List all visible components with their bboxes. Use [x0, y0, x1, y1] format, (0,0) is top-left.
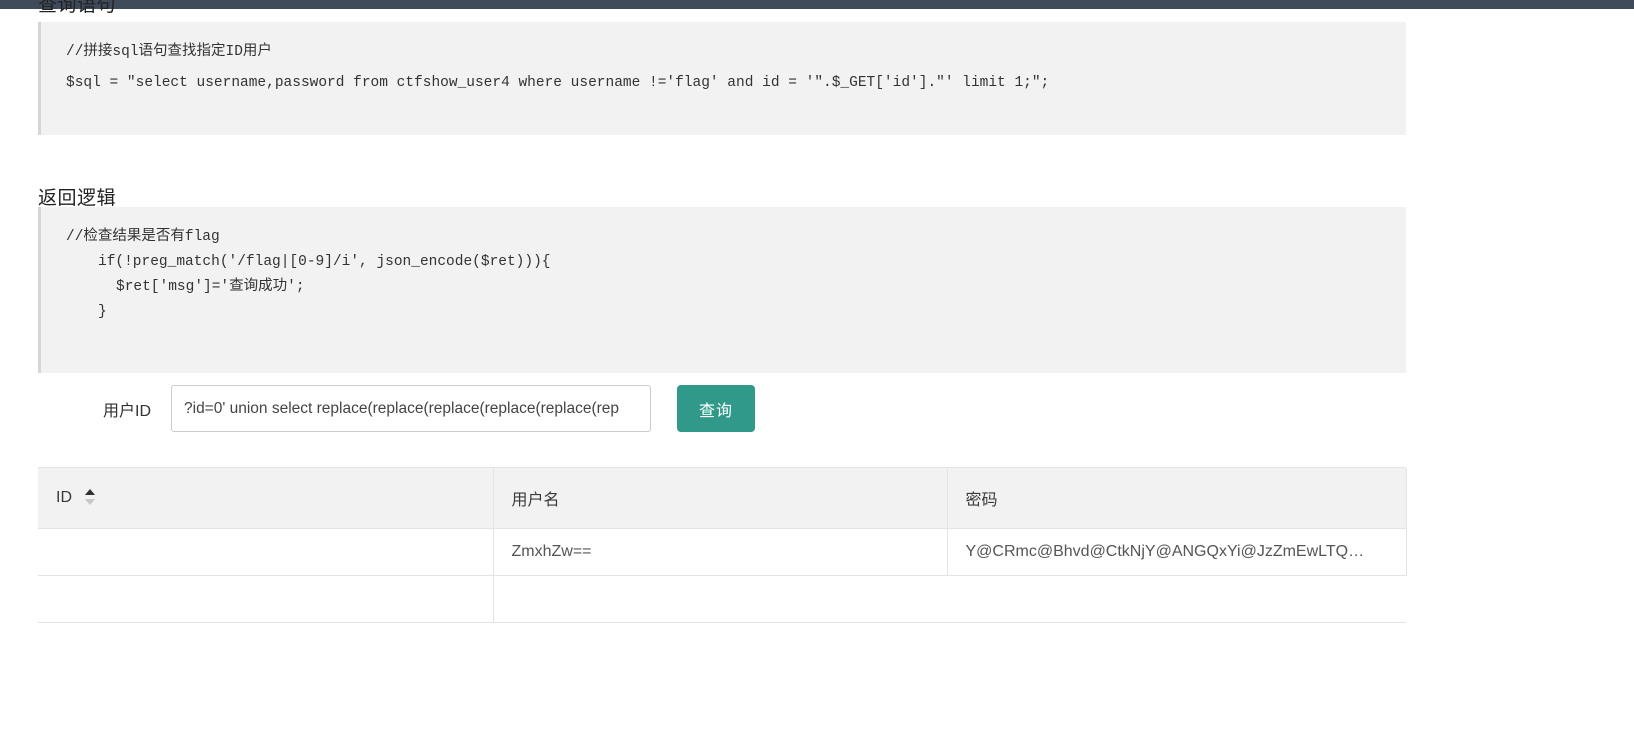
cell-username: ZmxhZw==	[493, 528, 948, 576]
section-title-query: 查询语句	[38, 0, 117, 16]
sort-asc-icon	[85, 489, 96, 495]
query-code-panel: //拼接sql语句查找指定ID用户 $sql = "select usernam…	[38, 22, 1406, 135]
column-header-password-label: 密码	[965, 492, 998, 509]
logic-code-line-comment: //检查结果是否有flag	[66, 229, 220, 245]
section-title-logic: 返回逻辑	[38, 188, 117, 209]
results-table-container: ID 用户名 密码 ZmxhZw== Y@CRmc@Bhvd@CtkNjY@AN…	[38, 467, 1407, 737]
user-id-label: 用户ID	[103, 403, 152, 420]
sort-arrows-icon[interactable]	[85, 489, 96, 505]
results-table-head: ID 用户名 密码	[38, 468, 1407, 529]
results-table: ID 用户名 密码 ZmxhZw== Y@CRmc@Bhvd@CtkNjY@AN…	[38, 468, 1407, 623]
logic-code-line-if: if(!preg_match('/flag|[0-9]/i', json_enc…	[98, 254, 551, 270]
top-navbar-strip	[0, 0, 1634, 9]
empty-cell-rest	[493, 575, 1406, 623]
query-form: 用户ID 查询	[0, 385, 1400, 435]
query-code-line-sql: $sql = "select username,password from ct…	[66, 75, 1050, 91]
query-code-line-comment: //拼接sql语句查找指定ID用户	[66, 44, 272, 60]
submit-query-button[interactable]: 查询	[677, 385, 755, 432]
logic-code-panel: //检查结果是否有flag if(!preg_match('/flag|[0-9…	[38, 207, 1406, 373]
table-empty-row	[38, 575, 1406, 623]
empty-cell-id	[38, 575, 494, 623]
column-header-username[interactable]: 用户名	[493, 468, 948, 529]
cell-id	[38, 528, 494, 576]
column-header-id-label: ID	[56, 489, 72, 506]
results-table-body: ZmxhZw== Y@CRmc@Bhvd@CtkNjY@ANGQxYi@JzZm…	[38, 528, 1407, 623]
table-row[interactable]: ZmxhZw== Y@CRmc@Bhvd@CtkNjY@ANGQxYi@JzZm…	[38, 528, 1407, 576]
table-header-row: ID 用户名 密码	[38, 468, 1407, 529]
cell-password: Y@CRmc@Bhvd@CtkNjY@ANGQxYi@JzZmEwLTQ…	[947, 528, 1407, 576]
page-root: 查询语句 //拼接sql语句查找指定ID用户 $sql = "select us…	[0, 0, 1634, 737]
column-header-id[interactable]: ID	[38, 468, 494, 529]
logic-code-line-close: }	[98, 304, 107, 320]
logic-code-line-msg: $ret['msg']='查询成功';	[116, 279, 305, 295]
column-header-password[interactable]: 密码	[947, 468, 1407, 529]
column-header-username-label: 用户名	[511, 492, 560, 509]
user-id-input[interactable]	[171, 385, 651, 432]
sort-desc-icon	[85, 499, 96, 505]
